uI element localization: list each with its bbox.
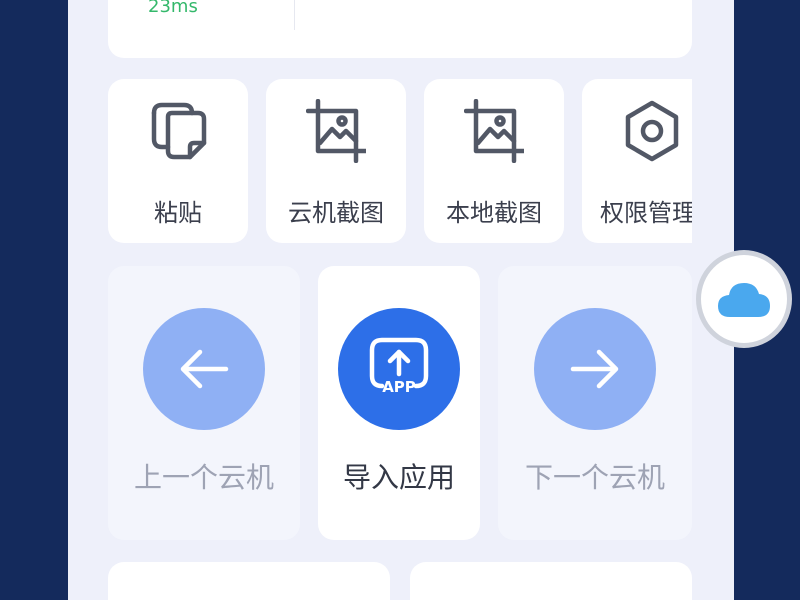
floating-cloud-button[interactable] bbox=[696, 250, 792, 348]
device-nav-row: 上一个云机 APP 导入应用 下一个云机 bbox=[108, 266, 692, 540]
tool-label-paste: 粘贴 bbox=[154, 199, 202, 227]
import-circle: APP bbox=[338, 308, 460, 430]
paste-button[interactable]: 粘贴 bbox=[108, 79, 248, 243]
tool-label-local-screenshot: 本地截图 bbox=[446, 199, 542, 227]
local-screenshot-icon bbox=[464, 99, 524, 163]
permission-management-button[interactable]: 权限管理 bbox=[582, 79, 692, 243]
next-cloud-phone-button[interactable]: 下一个云机 bbox=[498, 266, 692, 540]
previous-circle bbox=[143, 308, 265, 430]
previous-cloud-phone-label: 上一个云机 bbox=[133, 461, 274, 494]
local-screenshot-button[interactable]: 本地截图 bbox=[424, 79, 564, 243]
upload-app-icon: APP bbox=[369, 337, 429, 396]
tools-row: 粘贴 云机截图 本地截图 权限管理 bbox=[108, 79, 692, 243]
cloud-screenshot-icon bbox=[306, 99, 366, 163]
arrow-left-icon bbox=[180, 349, 229, 389]
cloud-icon bbox=[718, 283, 770, 317]
paste-icon bbox=[151, 102, 207, 160]
next-cloud-phone-label: 下一个云机 bbox=[524, 461, 665, 494]
divider bbox=[294, 0, 295, 30]
previous-cloud-phone-button[interactable]: 上一个云机 bbox=[108, 266, 300, 540]
tool-label-permission-management: 权限管理 bbox=[600, 199, 692, 227]
latency-value: 23ms bbox=[148, 0, 198, 17]
import-app-button[interactable]: APP 导入应用 bbox=[318, 266, 480, 540]
import-app-label: 导入应用 bbox=[342, 461, 455, 494]
bottom-card-right[interactable] bbox=[410, 562, 692, 600]
arrow-right-icon bbox=[570, 349, 619, 389]
cloud-screenshot-button[interactable]: 云机截图 bbox=[266, 79, 406, 243]
tool-label-cloud-screenshot: 云机截图 bbox=[288, 199, 384, 227]
settings-hexagon-icon bbox=[625, 100, 679, 162]
bottom-card-left[interactable] bbox=[108, 562, 390, 600]
cloud-phone-toolbox-panel: 23ms 粘贴 云机截图 本地截图 权限管理 上一个云机 APP 导入应用 下一… bbox=[68, 0, 734, 600]
next-circle bbox=[534, 308, 656, 430]
status-card: 23ms bbox=[108, 0, 692, 58]
app-badge-text: APP bbox=[382, 378, 416, 396]
